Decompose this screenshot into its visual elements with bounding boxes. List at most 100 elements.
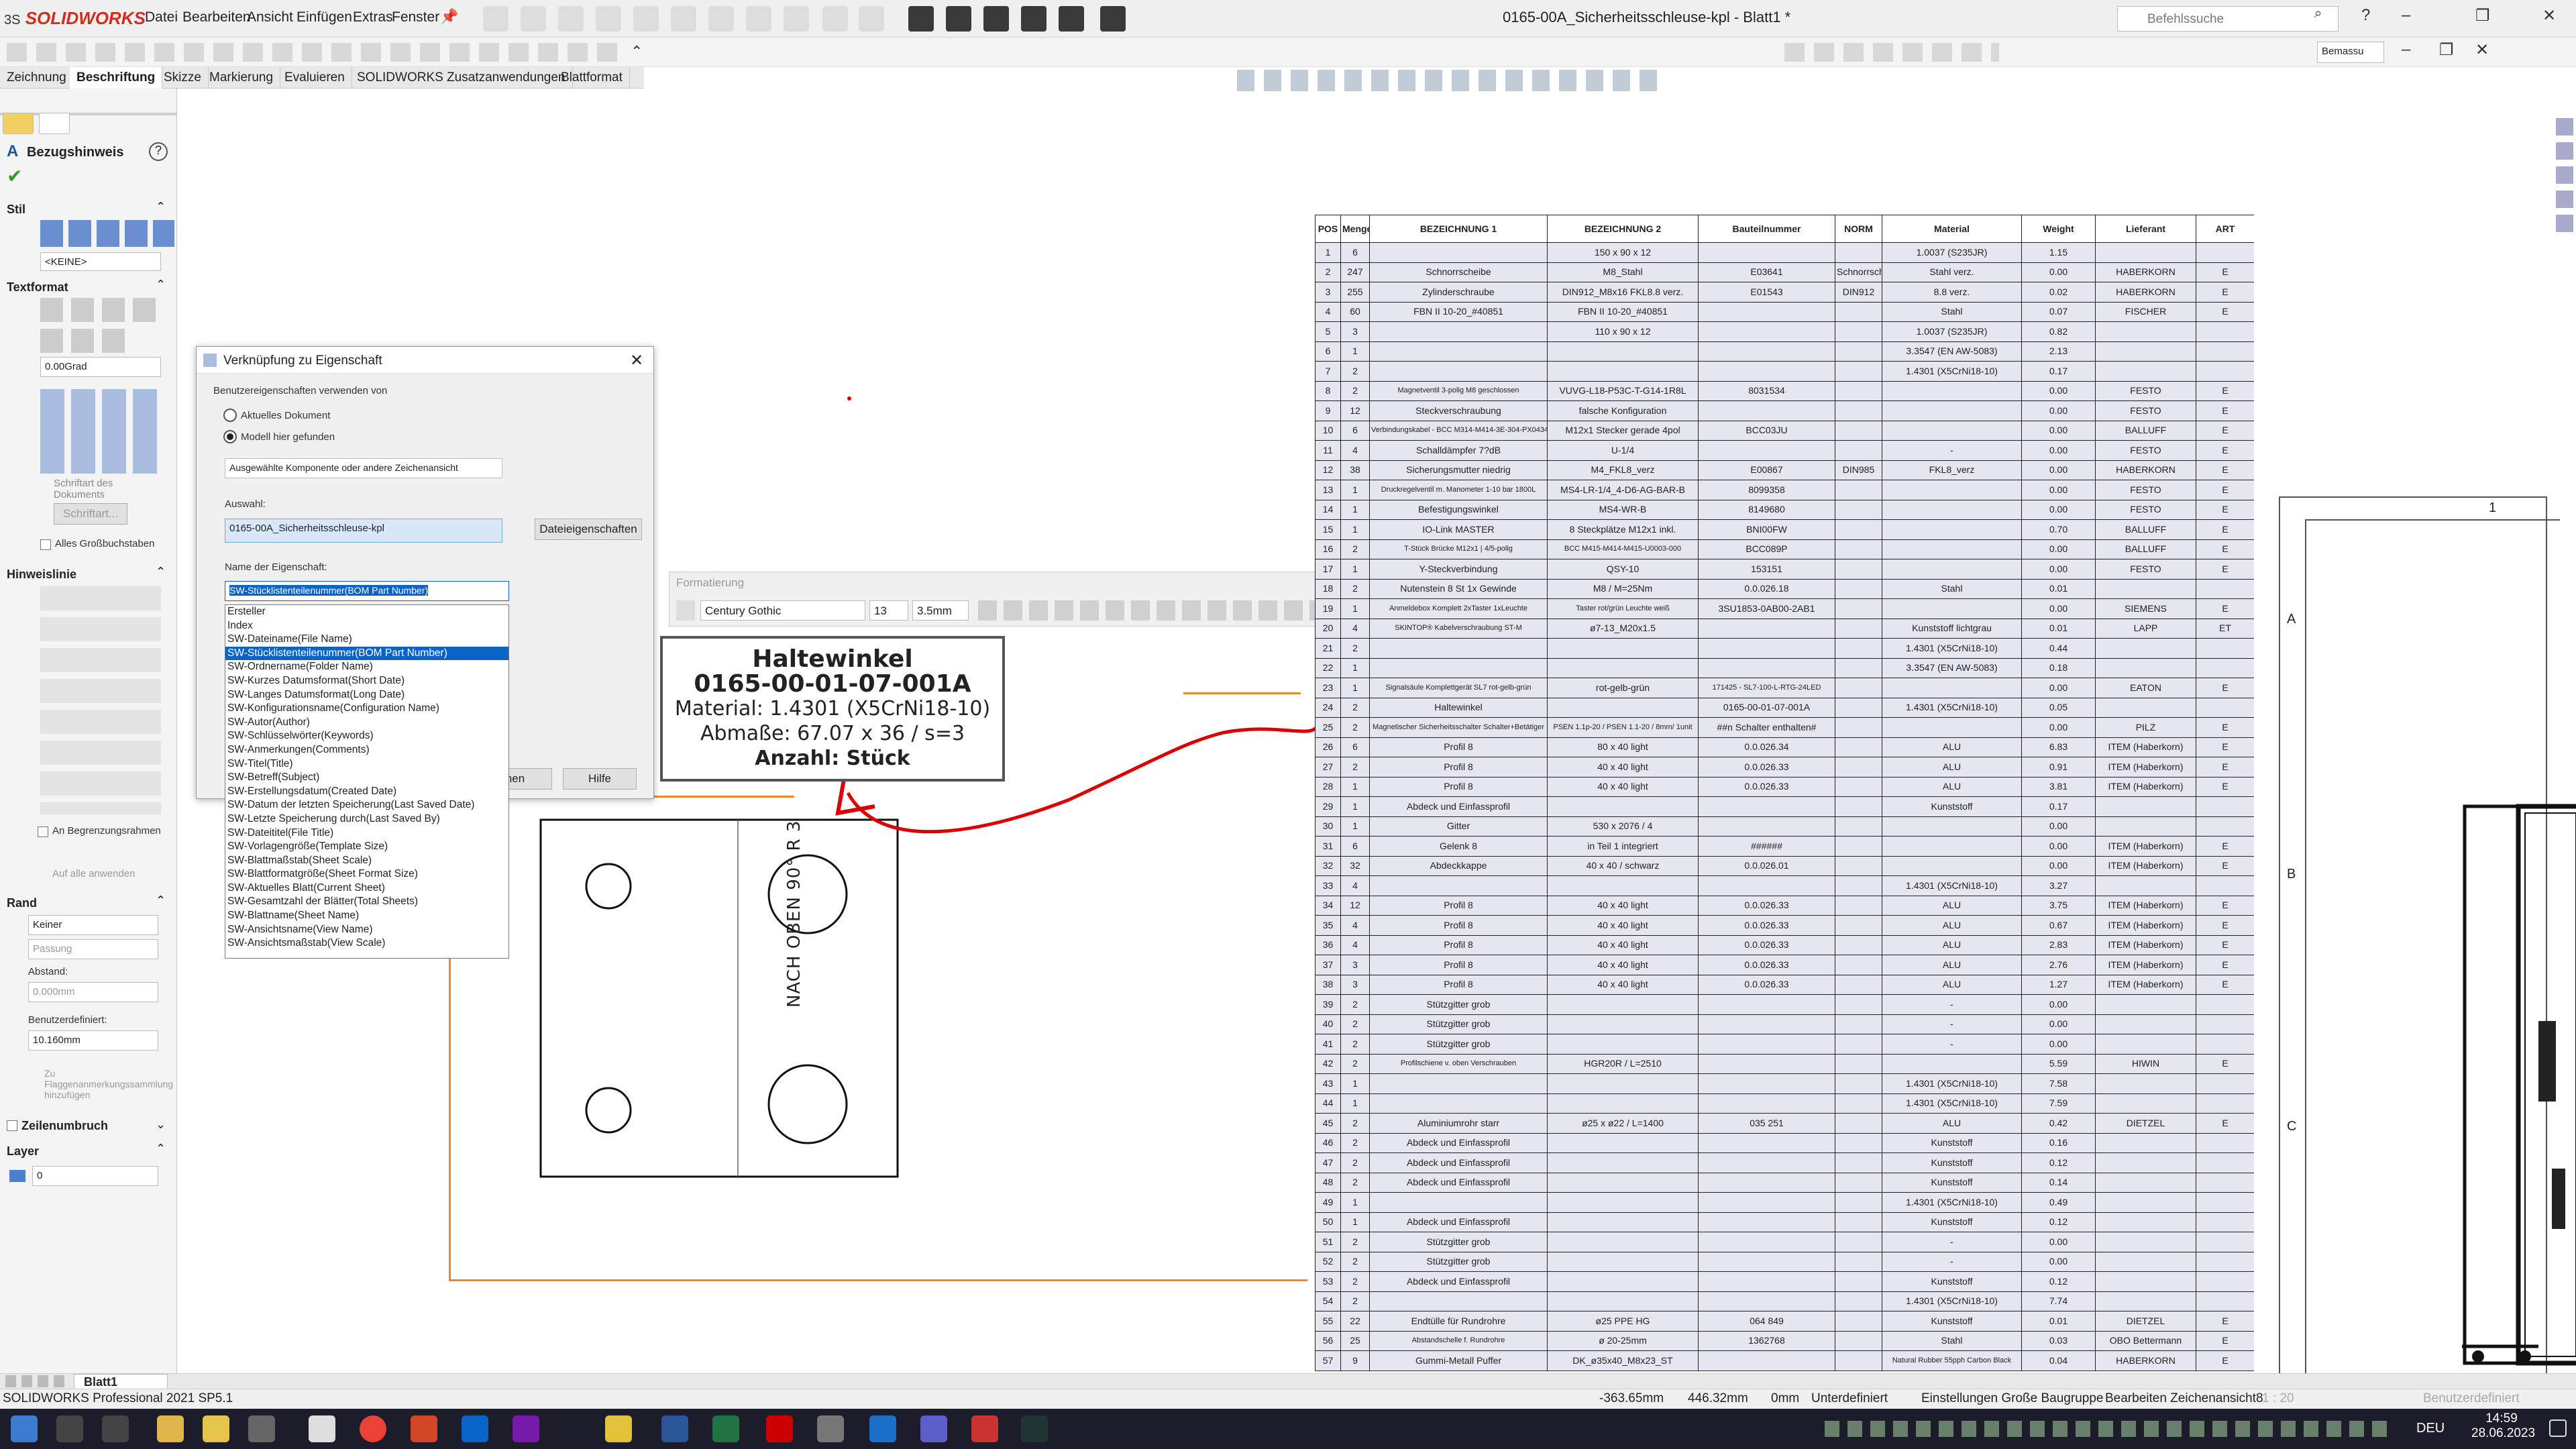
- property-list-item[interactable]: SW-Autor(Author): [225, 716, 508, 730]
- redo-icon[interactable]: [708, 6, 734, 32]
- bom-row[interactable]: 40 2 Stützgitter grob -0.00: [1315, 1014, 2254, 1034]
- property-list-item[interactable]: SW-Blattmaßstab(Sheet Scale): [225, 854, 508, 868]
- app-icon-s[interactable]: [605, 1415, 632, 1442]
- bom-row[interactable]: 41 2 Stützgitter grob -0.00: [1315, 1034, 2254, 1055]
- layer-select[interactable]: 0: [32, 1166, 158, 1186]
- app-icon-3[interactable]: [309, 1415, 335, 1442]
- hilfe-button[interactable]: Hilfe: [563, 768, 637, 790]
- dialog-close-icon[interactable]: ✕: [630, 351, 643, 370]
- font-select[interactable]: Century Gothic: [700, 600, 865, 621]
- property-list-item[interactable]: SW-Vorlagengröße(Template Size): [225, 840, 508, 854]
- feature-tree-tab-icon[interactable]: [39, 113, 70, 134]
- bom-row[interactable]: 57 9 Gummi-Metall Puffer DK_ø35x40_M8x23_ST…: [1315, 1350, 2254, 1371]
- bom-row[interactable]: 48 2 Abdeck und Einfassprofil Kunststoff 0.1…: [1315, 1172, 2254, 1193]
- bom-row[interactable]: 16 2 T-Stück Brücke M12x1 | 4/5-polig BCC M…: [1315, 539, 2254, 559]
- min-doc-icon[interactable]: –: [2402, 40, 2410, 59]
- chrome-icon[interactable]: [360, 1415, 386, 1442]
- bom-row[interactable]: 6 1 3.3547 (EN AW-5083) 2.13: [1315, 341, 2254, 362]
- bom-row[interactable]: 24 2 Haltewinkel 0165-00-01-07-001A 1.4301 (…: [1315, 697, 2254, 718]
- chevron-up-icon[interactable]: ⌃: [631, 43, 643, 60]
- section-zeilenumbruch[interactable]: Zeilenumbruch: [21, 1119, 108, 1133]
- bom-row[interactable]: 7 2 1.4301 (X5CrNi18-10) 0.17: [1315, 361, 2254, 382]
- macro-icon[interactable]: [908, 6, 934, 32]
- insert-symbol-buttons[interactable]: [40, 389, 158, 474]
- property-list-item[interactable]: SW-Langes Datumsformat(Long Date): [225, 688, 508, 702]
- bom-row[interactable]: 55 22 Endtülle für Rundrohre ø25 PPE HG 064 …: [1315, 1311, 2254, 1332]
- app-icon-2[interactable]: [248, 1415, 275, 1442]
- bom-row[interactable]: 28 1 Profil 8 40 x 40 light 0.0.026.33 ALU 3.8…: [1315, 776, 2254, 797]
- collapse-hinweislinie-icon[interactable]: ⌃: [156, 565, 166, 579]
- bom-row[interactable]: 10 6 Verbindungskabel - BCC M314-M414-3E-3…: [1315, 420, 2254, 441]
- bom-row[interactable]: 42 2 Profilschiene v. oben Verschrauben HGR…: [1315, 1053, 2254, 1074]
- property-list-item[interactable]: SW-Gesamtzahl der Blätter(Total Sheets): [225, 895, 508, 909]
- sheet-tab-blatt1[interactable]: Blatt1: [74, 1374, 168, 1389]
- angle-input[interactable]: 0.00Grad: [40, 357, 161, 377]
- bom-row[interactable]: 29 1 Abdeck und Einfassprofil Kunststoff 0.1…: [1315, 796, 2254, 817]
- bom-row[interactable]: 14 1 Befestigungswinkel MS4-WR-B 8149680 0.00…: [1315, 499, 2254, 520]
- collapse-stil-icon[interactable]: ⌃: [156, 200, 166, 214]
- property-list-item[interactable]: SW-Konfigurationsname(Configuration Name…: [225, 702, 508, 716]
- expand-zeilenumbruch-icon[interactable]: ⌄: [156, 1118, 166, 1132]
- menu-extras[interactable]: Extras: [353, 9, 393, 25]
- alles-gross-checkbox[interactable]: [40, 539, 51, 550]
- alignment-buttons[interactable]: [40, 298, 158, 322]
- bom-row[interactable]: 18 2 Nutenstein 8 St 1x Gewinde M8 / M=25Nm…: [1315, 578, 2254, 599]
- bom-row[interactable]: 52 2 Stützgitter grob -0.00: [1315, 1251, 2254, 1272]
- solidworks-logo[interactable]: 3S SOLIDWORKS: [4, 8, 146, 29]
- bom-row[interactable]: 33 4 1.4301 (X5CrNi18-10) 3.27: [1315, 875, 2254, 896]
- teams-icon[interactable]: [920, 1415, 947, 1442]
- flag-checkbox-label[interactable]: Zu Flaggenanmerkungssammlung hinzufügen: [44, 1068, 173, 1100]
- bom-row[interactable]: 46 2 Abdeck und Einfassprofil Kunststoff 0.1…: [1315, 1132, 2254, 1153]
- save-icon[interactable]: [596, 6, 621, 32]
- collapse-layer-icon[interactable]: ⌃: [156, 1142, 166, 1156]
- bom-row[interactable]: 22 1 3.3547 (EN AW-5083) 0.18: [1315, 657, 2254, 678]
- radio-model-found[interactable]: [223, 430, 237, 443]
- menu-einfuegen[interactable]: Einfügen: [297, 9, 352, 25]
- options-gear-icon[interactable]: [859, 6, 884, 32]
- property-list-item[interactable]: SW-Datum der letzten Speicherung(Last Sa…: [225, 798, 508, 812]
- search-icon[interactable]: [56, 1415, 83, 1442]
- begrenzung-checkbox[interactable]: [38, 826, 48, 837]
- style-buttons[interactable]: [40, 220, 174, 247]
- solidworks-taskbar-icon[interactable]: [766, 1415, 793, 1442]
- benutzerdef-input[interactable]: 10.160mm: [28, 1030, 158, 1051]
- powerpoint-icon[interactable]: [411, 1415, 437, 1442]
- bom-row[interactable]: 1 6 150 x 90 x 12 1.0037 (S235JR) 1.15: [1315, 242, 2254, 263]
- menu-ansicht[interactable]: Ansicht: [247, 9, 293, 25]
- notification-icon[interactable]: [2549, 1419, 2567, 1437]
- rebuild-icon[interactable]: [784, 6, 809, 32]
- property-list-item[interactable]: SW-Stücklistenteilenummer(BOM Part Numbe…: [225, 646, 508, 661]
- schriftart-button[interactable]: Schriftart...: [54, 503, 127, 525]
- onenote-icon[interactable]: [513, 1415, 539, 1442]
- property-list-item[interactable]: SW-Dateititel(File Title): [225, 826, 508, 841]
- app-icon-7[interactable]: [1021, 1415, 1048, 1442]
- property-manager-tab-icon[interactable]: [3, 113, 34, 134]
- text-direction-buttons[interactable]: [40, 329, 126, 353]
- bom-row[interactable]: 38 3 Profil 8 40 x 40 light 0.0.026.33 ALU 1.2…: [1315, 974, 2254, 995]
- ok-checkmark-icon[interactable]: ✔: [7, 165, 22, 187]
- undo-icon[interactable]: [671, 6, 696, 32]
- home-icon[interactable]: [483, 6, 508, 32]
- property-list-item[interactable]: SW-Ansichtsname(View Name): [225, 923, 508, 937]
- pdf-print-icon[interactable]: [1100, 6, 1126, 32]
- rand-style-select[interactable]: Keiner: [28, 915, 158, 935]
- task-view-icon[interactable]: [102, 1415, 129, 1442]
- collapse-rand-icon[interactable]: ⌃: [156, 894, 166, 908]
- bom-row[interactable]: 44 1 1.4301 (X5CrNi18-10) 7.59: [1315, 1093, 2254, 1114]
- rand-fit-select[interactable]: Passung: [28, 939, 158, 959]
- search-magnifier-icon[interactable]: ⌕: [2314, 6, 2322, 21]
- restore-doc-icon[interactable]: ❐: [2439, 40, 2454, 60]
- tab-zusatzanwendungen[interactable]: SOLIDWORKS Zusatzanwendungen: [350, 67, 573, 89]
- status-scale[interactable]: 1 : 20: [2262, 1391, 2294, 1406]
- bom-row[interactable]: 54 2 1.4301 (X5CrNi18-10) 7.74: [1315, 1291, 2254, 1311]
- property-list-item[interactable]: SW-Ordnername(Folder Name): [225, 660, 508, 674]
- app-icon-6[interactable]: [971, 1415, 998, 1442]
- bom-row[interactable]: 9 12 Steckverschraubung falsche Konfigurati…: [1315, 400, 2254, 421]
- bom-row[interactable]: 50 1 Abdeck und Einfassprofil Kunststoff 0.1…: [1315, 1212, 2254, 1232]
- radio-current-doc[interactable]: [223, 409, 237, 422]
- bom-row[interactable]: 43 1 1.4301 (X5CrNi18-10) 7.58: [1315, 1073, 2254, 1094]
- bom-row[interactable]: 26 6 Profil 8 80 x 40 light 0.0.026.34 ALU 6.8…: [1315, 737, 2254, 757]
- tab-markierung[interactable]: Markierung: [203, 67, 281, 89]
- explorer-icon[interactable]: [157, 1415, 184, 1442]
- property-list-item[interactable]: SW-Erstellungsdatum(Created Date): [225, 785, 508, 799]
